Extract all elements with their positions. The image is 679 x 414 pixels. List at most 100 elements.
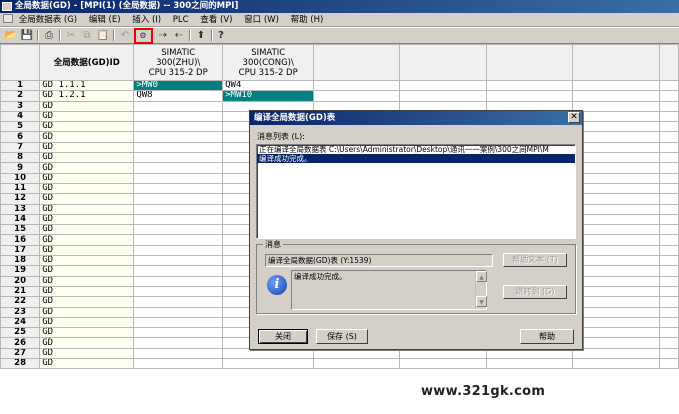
header-empty[interactable] bbox=[486, 44, 573, 81]
cell-empty[interactable] bbox=[659, 224, 679, 236]
cell-gd-id[interactable]: GD bbox=[39, 162, 135, 174]
menu-insert[interactable]: 插入 (I) bbox=[132, 15, 161, 25]
cell-gd-id[interactable]: GD bbox=[39, 296, 135, 308]
undo-icon[interactable]: ↶ bbox=[118, 29, 132, 42]
cell-empty[interactable] bbox=[486, 358, 573, 370]
cell-gd-id[interactable]: GD bbox=[39, 244, 135, 257]
help-icon[interactable]: ? bbox=[214, 29, 228, 42]
row-number[interactable]: 25 bbox=[0, 327, 41, 339]
cell-cpu-zhu[interactable] bbox=[133, 141, 224, 154]
menu-help[interactable]: 帮助 (H) bbox=[291, 15, 324, 25]
cell-empty[interactable] bbox=[659, 234, 679, 246]
cell-empty[interactable] bbox=[659, 100, 679, 112]
cut-icon[interactable]: ✂ bbox=[64, 29, 78, 42]
cell-empty[interactable] bbox=[571, 337, 661, 349]
cell-cpu-zhu[interactable] bbox=[133, 327, 224, 339]
row-number[interactable]: 3 bbox=[0, 100, 41, 112]
cell-empty[interactable] bbox=[571, 141, 661, 154]
row-number[interactable]: 19 bbox=[0, 265, 41, 277]
cell-empty[interactable] bbox=[571, 172, 661, 184]
cell-empty[interactable] bbox=[659, 358, 679, 370]
cell-empty[interactable] bbox=[313, 90, 400, 102]
cell-empty[interactable] bbox=[571, 121, 661, 133]
cell-cpu-zhu[interactable] bbox=[133, 244, 224, 257]
cell-cpu-zhu[interactable] bbox=[133, 224, 224, 236]
cell-gd-id[interactable]: GD bbox=[39, 224, 135, 236]
row-number[interactable]: 18 bbox=[0, 255, 41, 267]
cell-gd-id[interactable]: GD bbox=[39, 110, 135, 123]
row-number[interactable]: 26 bbox=[0, 337, 41, 349]
cell-gd-id[interactable]: GD bbox=[39, 213, 135, 226]
cell-cpu-zhu[interactable] bbox=[133, 265, 224, 277]
menu-gd-table[interactable]: 全局数据表 (G) bbox=[19, 15, 77, 25]
cell-empty[interactable] bbox=[659, 306, 679, 318]
cell-gd-id[interactable]: GD bbox=[39, 285, 135, 298]
cell-empty[interactable] bbox=[571, 327, 661, 339]
cell-empty[interactable] bbox=[659, 162, 679, 174]
cell-empty[interactable] bbox=[571, 265, 661, 277]
cell-empty[interactable] bbox=[571, 296, 661, 308]
row-number[interactable]: 22 bbox=[0, 296, 41, 308]
cell-cpu-zhu[interactable]: >MW0 bbox=[133, 79, 224, 92]
cell-empty[interactable] bbox=[659, 90, 679, 102]
cell-empty[interactable] bbox=[571, 347, 661, 360]
cell-empty[interactable] bbox=[571, 90, 661, 102]
cell-empty[interactable] bbox=[571, 100, 661, 112]
message-list[interactable]: 正在编译全局数据表 C:\Users\Administrator\Desktop… bbox=[256, 144, 576, 239]
row-number[interactable]: 17 bbox=[0, 244, 41, 257]
cell-gd-id[interactable]: GD bbox=[39, 234, 135, 246]
row-number[interactable]: 27 bbox=[0, 347, 41, 360]
cell-empty[interactable] bbox=[398, 358, 488, 370]
cell-cpu-cong[interactable] bbox=[222, 358, 315, 370]
cell-cpu-zhu[interactable] bbox=[133, 172, 224, 184]
cell-cpu-zhu[interactable] bbox=[133, 296, 224, 308]
cell-empty[interactable] bbox=[571, 224, 661, 236]
row-number[interactable]: 9 bbox=[0, 162, 41, 174]
cell-empty[interactable] bbox=[571, 203, 661, 215]
cell-empty[interactable] bbox=[571, 255, 661, 267]
cell-cpu-zhu[interactable] bbox=[133, 337, 224, 349]
cell-gd-id[interactable]: GD bbox=[39, 316, 135, 329]
row-number[interactable]: 15 bbox=[0, 224, 41, 236]
header-empty[interactable] bbox=[398, 44, 488, 81]
cell-gd-id[interactable]: GD bbox=[39, 152, 135, 164]
cell-empty[interactable] bbox=[313, 79, 400, 92]
header-cpu-cong[interactable]: SIMATIC 300(CONG)\ CPU 315-2 DP bbox=[222, 44, 315, 81]
cell-gd-id[interactable]: GD bbox=[39, 172, 135, 184]
header-empty[interactable] bbox=[571, 44, 661, 81]
cell-cpu-zhu[interactable]: QW8 bbox=[133, 90, 224, 102]
help-text-button[interactable]: 帮助文本 (T) bbox=[503, 253, 567, 267]
goto-button[interactable]: 跳转到 (G) bbox=[503, 285, 567, 299]
row-number[interactable]: 8 bbox=[0, 152, 41, 164]
menu-plc[interactable]: PLC bbox=[173, 15, 189, 25]
cell-empty[interactable] bbox=[659, 203, 679, 215]
cell-empty[interactable] bbox=[659, 275, 679, 287]
cell-gd-id[interactable]: GD bbox=[39, 182, 135, 195]
cell-gd-id[interactable]: GD bbox=[39, 255, 135, 267]
row-number[interactable]: 24 bbox=[0, 316, 41, 329]
cell-empty[interactable] bbox=[398, 79, 488, 92]
cell-cpu-cong[interactable]: QW4 bbox=[222, 79, 315, 92]
row-number[interactable]: 16 bbox=[0, 234, 41, 246]
cell-empty[interactable] bbox=[571, 234, 661, 246]
cell-cpu-zhu[interactable] bbox=[133, 203, 224, 215]
cell-cpu-zhu[interactable] bbox=[133, 121, 224, 133]
cell-empty[interactable] bbox=[659, 79, 679, 92]
cell-gd-id[interactable]: GD bbox=[39, 121, 135, 133]
menu-edit[interactable]: 编辑 (E) bbox=[89, 15, 121, 25]
row-number[interactable]: 28 bbox=[0, 358, 41, 370]
cell-empty[interactable] bbox=[571, 162, 661, 174]
print-icon[interactable]: ⎙ bbox=[42, 29, 56, 42]
row-number[interactable]: 4 bbox=[0, 110, 41, 123]
row-number[interactable]: 1 bbox=[0, 79, 41, 92]
row-number[interactable]: 11 bbox=[0, 182, 41, 195]
row-number[interactable]: 12 bbox=[0, 193, 41, 205]
cell-empty[interactable] bbox=[659, 121, 679, 133]
row-number[interactable]: 20 bbox=[0, 275, 41, 287]
cell-empty[interactable] bbox=[571, 285, 661, 298]
cell-empty[interactable] bbox=[571, 306, 661, 318]
cell-cpu-zhu[interactable] bbox=[133, 306, 224, 318]
cell-empty[interactable] bbox=[659, 213, 679, 226]
cell-gd-id[interactable]: GD bbox=[39, 131, 135, 143]
menu-view[interactable]: 查看 (V) bbox=[200, 15, 232, 25]
